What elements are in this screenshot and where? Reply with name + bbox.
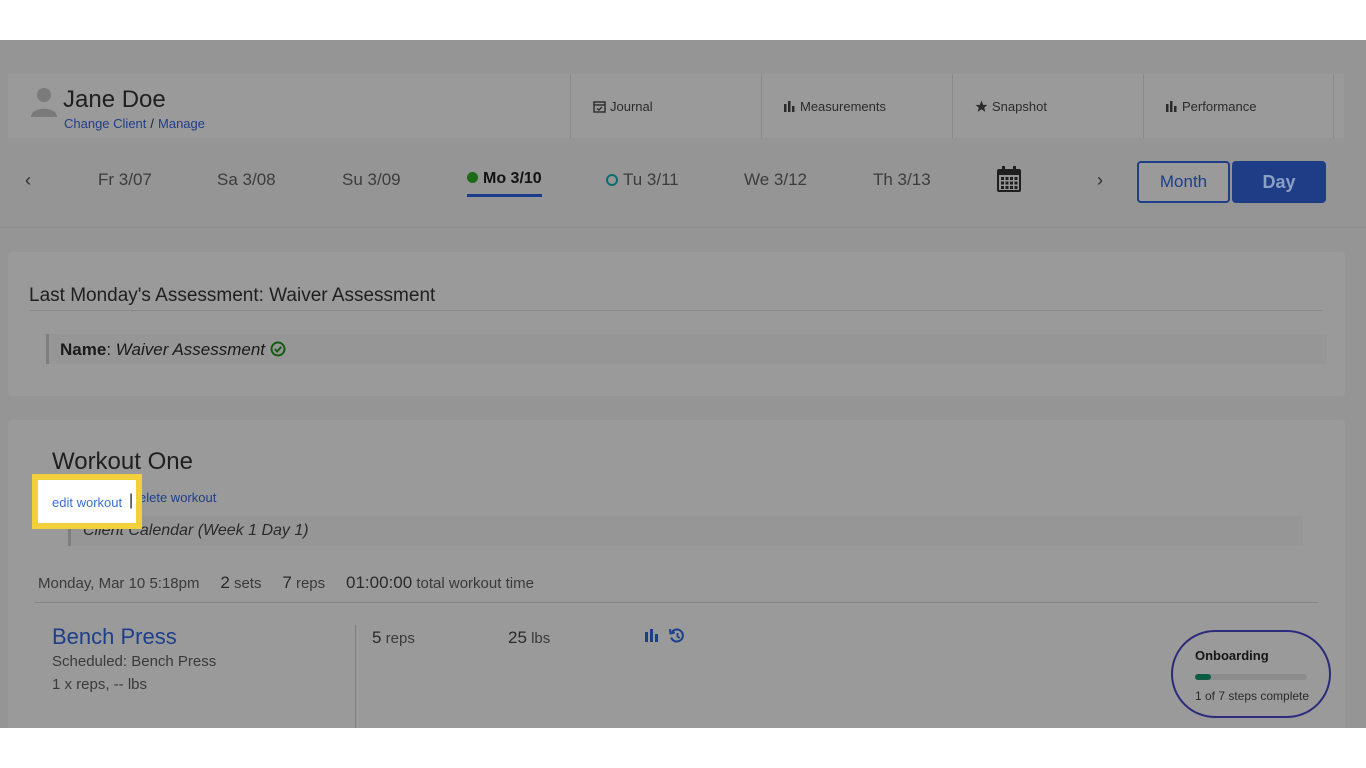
day-mo-active[interactable]: Mo 3/10 — [467, 170, 542, 197]
name-label: Name — [60, 340, 107, 359]
day-label: Mo 3/10 — [483, 170, 542, 187]
workout-summary: Monday, Mar 10 5:18pm 2 sets 7 reps 01:0… — [38, 573, 534, 593]
onboarding-widget[interactable]: Onboarding 1 of 7 steps complete — [1171, 630, 1331, 718]
day-su[interactable]: Su 3/09 — [342, 170, 401, 190]
onboarding-progress-fill — [1195, 674, 1212, 680]
edit-workout-highlight: edit workout | — [32, 474, 142, 529]
status-dot-complete — [467, 172, 478, 184]
workout-date: Monday, Mar 10 5:18pm — [38, 575, 200, 592]
calendar-icon[interactable] — [997, 166, 1021, 192]
divider — [0, 227, 1366, 228]
tab-label: Measurements — [800, 98, 886, 114]
day-th[interactable]: Th 3/13 — [873, 170, 931, 190]
client-header: Jane Doe Change Client / Manage Journal Me… — [8, 74, 1344, 138]
assessment-row: Name: Waiver Assessment — [46, 334, 1327, 364]
exercise-target: 1 x reps, -- lbs — [52, 676, 148, 693]
day-label: Tu 3/11 — [623, 170, 679, 189]
onboarding-title: Onboarding — [1195, 648, 1269, 663]
day-we[interactable]: We 3/12 — [744, 170, 807, 190]
reps-unit: reps — [385, 630, 415, 647]
client-name: Jane Doe — [63, 86, 166, 113]
assessment-name: Name: Waiver Assessment — [60, 340, 286, 360]
workout-program: Client Calendar (Week 1 Day 1) — [68, 516, 1303, 546]
prev-day-arrow[interactable]: ‹ — [25, 170, 31, 191]
day-sa[interactable]: Sa 3/08 — [217, 170, 276, 190]
month-view-button[interactable]: Month — [1137, 161, 1230, 203]
time-label: total workout time — [416, 575, 534, 592]
tab-label: Snapshot — [992, 98, 1047, 114]
reps-label: reps — [295, 575, 326, 592]
history-icon[interactable] — [669, 628, 685, 644]
workout-time: 01:00:00 — [346, 573, 413, 592]
star-icon — [975, 100, 988, 112]
exercise-scheduled: Scheduled: Bench Press — [52, 653, 217, 670]
tab-label: Performance — [1182, 98, 1257, 114]
tab-measurements[interactable]: Measurements — [761, 74, 952, 138]
app-screen: Jane Doe Change Client / Manage Journal Me… — [0, 40, 1366, 728]
reps-value: 5 — [372, 628, 382, 647]
day-view-button[interactable]: Day — [1232, 161, 1326, 203]
status-dot-scheduled — [606, 173, 618, 186]
exercise-actions — [644, 628, 685, 644]
calendar-check-icon — [593, 100, 606, 113]
assessment-card: Last Monday's Assessment: Waiver Assessm… — [8, 252, 1345, 396]
workout-card: Workout One elete workout Client Calenda… — [8, 420, 1345, 728]
tab-label: Journal — [610, 98, 653, 114]
weight-value: 25 — [508, 628, 527, 647]
edit-workout-link[interactable]: edit workout — [52, 495, 122, 510]
next-day-arrow[interactable]: › — [1097, 170, 1103, 191]
exercise-weight: 25 lbs — [508, 628, 550, 648]
onboarding-steps: 1 of 7 steps complete — [1195, 689, 1310, 703]
exercise-reps: 5 reps — [372, 628, 415, 648]
bar-chart-icon — [1166, 100, 1177, 112]
workout-title: Workout One — [52, 448, 193, 475]
exercise-name-link[interactable]: Bench Press — [52, 624, 177, 650]
divider — [35, 602, 1318, 603]
onboarding-progress-track — [1195, 674, 1307, 680]
name-value: Waiver Assessment — [115, 340, 266, 359]
link-separator: / — [150, 116, 155, 131]
client-links: Change Client / Manage — [64, 116, 205, 131]
manage-link[interactable]: Manage — [158, 116, 205, 131]
assessment-title: Last Monday's Assessment: Waiver Assessm… — [29, 285, 436, 306]
tab-performance[interactable]: Performance — [1143, 74, 1334, 138]
day-tu[interactable]: Tu 3/11 — [606, 170, 679, 190]
day-fr[interactable]: Fr 3/07 — [98, 170, 152, 190]
bar-chart-icon — [784, 100, 795, 112]
reps-count: 7 — [282, 573, 292, 592]
sets-label: sets — [233, 575, 262, 592]
divider — [355, 625, 356, 728]
delete-workout-link[interactable]: elete workout — [139, 490, 216, 505]
bar-chart-icon[interactable] — [644, 628, 660, 642]
change-client-link[interactable]: Change Client — [64, 116, 146, 131]
check-circle-icon — [270, 341, 286, 357]
divider — [29, 310, 1323, 311]
tab-journal[interactable]: Journal — [570, 74, 761, 138]
user-avatar-icon — [31, 88, 57, 117]
link-separator: | — [129, 492, 134, 509]
tab-snapshot[interactable]: Snapshot — [952, 74, 1143, 138]
weight-unit: lbs — [531, 630, 551, 647]
active-underline — [467, 194, 542, 197]
sets-count: 2 — [220, 573, 230, 592]
client-tabs: Journal Measurements Snapshot Performanc… — [570, 74, 1334, 138]
